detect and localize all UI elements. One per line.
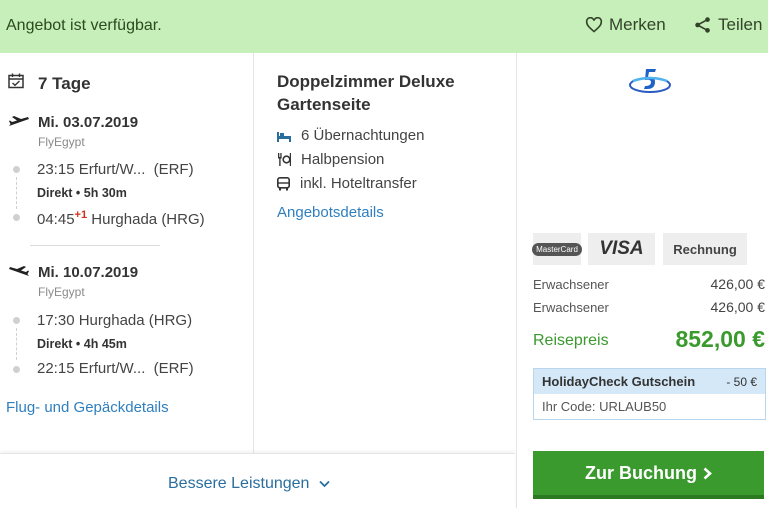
voucher-header: HolidayCheck Gutschein - 50 €	[534, 369, 765, 394]
inbound-dep-time: 17:30	[37, 312, 75, 329]
bed-icon	[277, 131, 291, 142]
return-plane-icon	[9, 266, 29, 276]
timeline-dot	[13, 366, 20, 373]
outbound-dep-time: 23:15	[37, 161, 75, 178]
price-row-label: Erwachsener	[533, 277, 609, 292]
total-price: 852,00 €	[675, 326, 765, 352]
day-offset-badge: +1	[74, 209, 88, 221]
timeline-dot	[13, 214, 20, 221]
price-row-label: Erwachsener	[533, 300, 609, 315]
departure-plane-icon	[9, 116, 29, 126]
book-button[interactable]: Zur Buchung	[533, 451, 764, 499]
inbound-airline: FlyEgypt	[38, 285, 85, 299]
share-icon	[695, 17, 710, 33]
airline-logo	[629, 69, 671, 93]
voucher-box: HolidayCheck Gutschein - 50 € Ihr Code: …	[533, 368, 766, 420]
share-label: Teilen	[718, 15, 763, 34]
voucher-amount: - 50 €	[726, 374, 757, 389]
calendar-icon	[8, 73, 24, 89]
cutlery-icon	[278, 153, 291, 166]
outbound-arrival: 04:45+1 Hurghada (HRG)	[37, 209, 205, 228]
outbound-departure: 23:15 Erfurt/W... (ERF)	[37, 161, 194, 178]
total-label: Reisepreis	[533, 332, 609, 349]
timeline-dot	[13, 166, 20, 173]
inbound-flight-info: Direkt • 4h 45m	[37, 337, 127, 351]
outbound-flight-info: Direkt • 5h 30m	[37, 186, 127, 200]
invoice-badge: Rechnung	[663, 233, 747, 265]
feature-board: Halbpension	[277, 151, 384, 168]
flight-column: 7 Tage Mi. 03.07.2019 FlyEgypt 23:15 Erf…	[0, 53, 252, 453]
bus-icon	[277, 176, 290, 190]
more-services-bar: Bessere Leistungen	[0, 453, 515, 509]
timeline-line	[16, 328, 17, 360]
payment-method: MasterCard	[532, 242, 582, 256]
inbound-date: Mi. 10.07.2019	[38, 264, 139, 281]
chevron-right-icon	[703, 467, 712, 479]
room-column: Doppelzimmer Deluxe Gartenseite 6 Überna…	[253, 53, 516, 453]
price-row-value: 426,00 €	[710, 276, 766, 292]
voucher-code: Ihr Code: URLAUB50	[542, 399, 667, 414]
outbound-dep-code: (ERF)	[153, 161, 194, 178]
feature-nights: 6 Übernachtungen	[277, 127, 424, 144]
inbound-arr-place: Erfurt/W...	[78, 360, 146, 377]
room-title-line: Doppelzimmer Deluxe	[277, 72, 455, 91]
feature-label: 6 Übernachtungen	[301, 127, 425, 144]
feature-label: inkl. Hoteltransfer	[300, 175, 417, 192]
outbound-airline: FlyEgypt	[38, 135, 85, 149]
chevron-down-icon	[319, 480, 331, 488]
room-title-line: Gartenseite	[277, 95, 371, 114]
timeline-dot	[13, 317, 20, 324]
mastercard-badge: MasterCard	[532, 233, 582, 265]
inbound-arr-code: (ERF)	[153, 360, 194, 377]
outbound-date: Mi. 03.07.2019	[38, 114, 139, 131]
more-services-toggle[interactable]: Bessere Leistungen	[168, 475, 331, 493]
save-label: Merken	[609, 15, 666, 34]
outbound-dep-place: Erfurt/W...	[78, 161, 146, 178]
inbound-arrival: 22:15 Erfurt/W... (ERF)	[37, 360, 194, 377]
outbound-arr-place: Hurghada (HRG)	[91, 211, 205, 228]
payment-method: Rechnung	[673, 241, 737, 257]
book-button-label: Zur Buchung	[585, 462, 697, 483]
payment-method: VISA	[599, 238, 644, 259]
voucher-title: HolidayCheck Gutschein	[542, 374, 696, 389]
feature-label: Halbpension	[301, 151, 385, 168]
offer-status-bar: Angebot ist verfügbar. Merken Teilen	[0, 0, 768, 53]
availability-status: Angebot ist verfügbar.	[6, 17, 162, 34]
price-row-value: 426,00 €	[710, 299, 766, 315]
visa-badge: VISA	[588, 233, 655, 265]
heart-icon	[585, 17, 603, 33]
more-services-label: Bessere Leistungen	[168, 475, 310, 492]
divider	[30, 245, 160, 246]
inbound-arr-time: 22:15	[37, 360, 75, 377]
flight-details-link[interactable]: Flug- und Gepäckdetails	[6, 399, 169, 416]
offer-details-link[interactable]: Angebotsdetails	[277, 204, 384, 221]
trip-duration: 7 Tage	[38, 74, 91, 93]
outbound-arr-time: 04:45	[37, 211, 75, 228]
save-button[interactable]: Merken	[585, 15, 666, 35]
feature-transfer: inkl. Hoteltransfer	[277, 175, 417, 192]
room-title: Doppelzimmer Deluxe Gartenseite	[277, 70, 455, 116]
inbound-dep-place: Hurghada (HRG)	[78, 312, 193, 329]
share-button[interactable]: Teilen	[694, 15, 762, 35]
pricing-column: MasterCard VISA Rechnung Erwachsener 426…	[516, 53, 768, 508]
timeline-line	[16, 177, 17, 209]
inbound-departure: 17:30 Hurghada (HRG)	[37, 312, 192, 329]
